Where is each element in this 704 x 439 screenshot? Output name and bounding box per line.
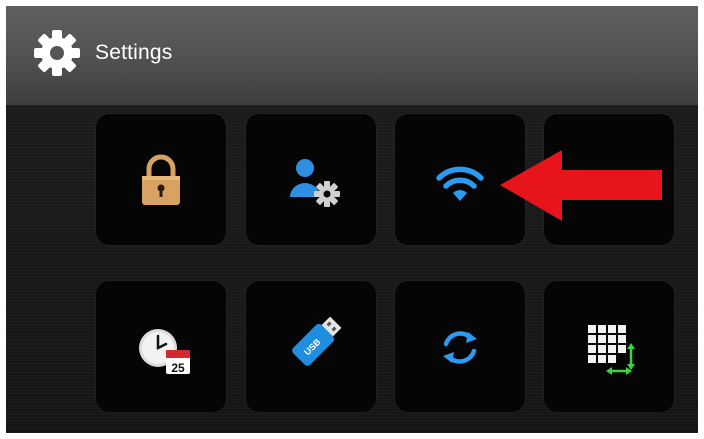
usb-drive-icon: USB <box>292 316 342 366</box>
page-title: Settings <box>95 41 173 64</box>
settings-screen: Settings 25 USB <box>6 6 698 433</box>
padlock-icon <box>142 154 180 205</box>
header-bar: Settings <box>6 6 698 105</box>
security-tile[interactable] <box>96 114 226 245</box>
user-settings-tile[interactable] <box>246 114 376 245</box>
sync-icon <box>443 331 477 364</box>
calendar-day-label: 25 <box>171 361 185 375</box>
keypad-size-tile[interactable] <box>544 281 674 412</box>
clock-calendar-icon: 25 <box>139 329 190 375</box>
gear-icon <box>34 30 80 76</box>
date-time-tile[interactable]: 25 <box>96 281 226 412</box>
usb-tile[interactable]: USB <box>246 281 376 412</box>
sync-tile[interactable] <box>395 281 525 412</box>
keypad-resize-icon <box>588 325 635 375</box>
user-gear-icon <box>290 159 340 207</box>
red-arrow-annotation-icon <box>500 150 662 221</box>
